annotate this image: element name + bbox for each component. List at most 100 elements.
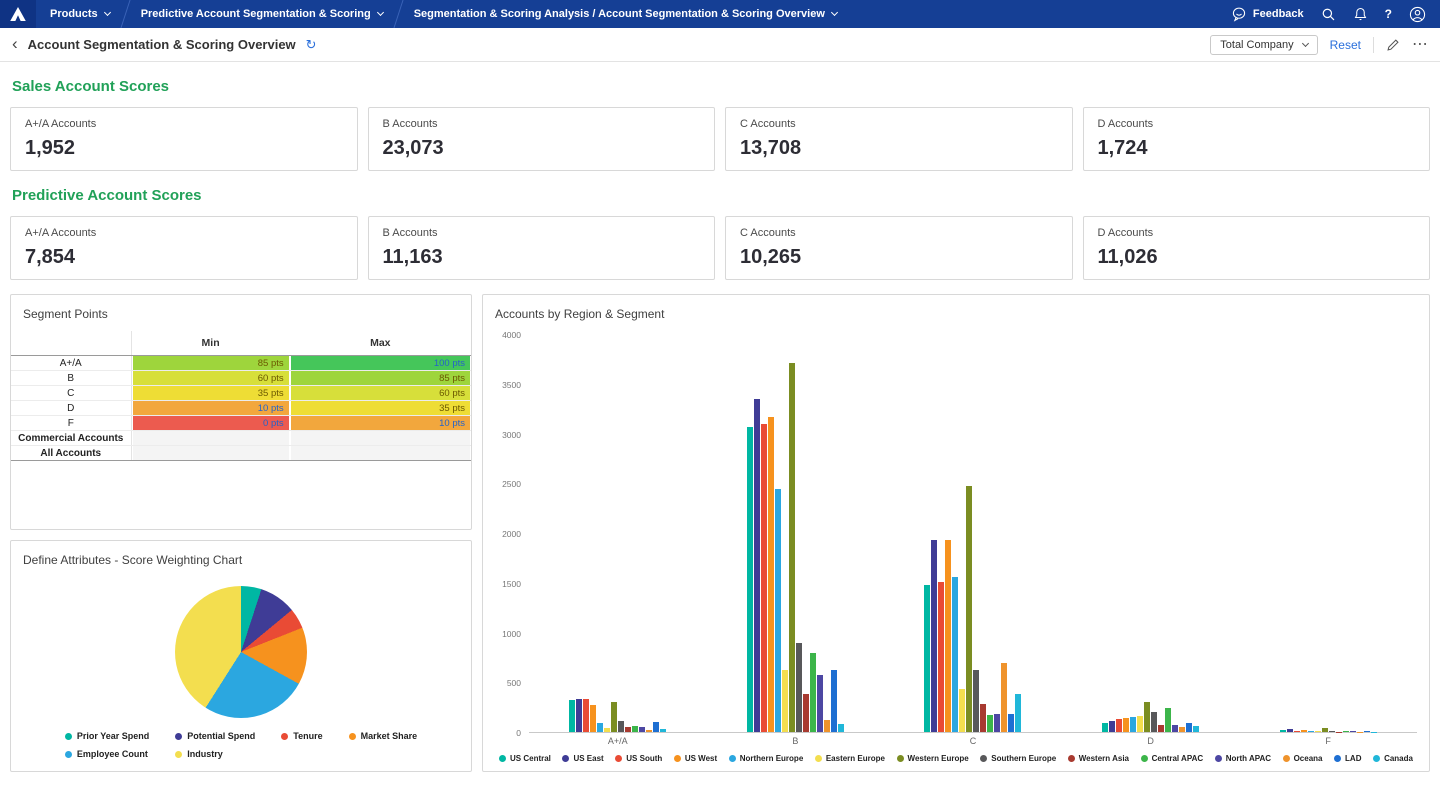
bar[interactable] (660, 729, 666, 732)
bar[interactable] (1364, 731, 1370, 732)
account-button[interactable] (1409, 6, 1426, 23)
bar[interactable] (1165, 708, 1171, 732)
legend-item[interactable]: Market Share (349, 731, 418, 741)
bar[interactable] (966, 486, 972, 732)
bar[interactable] (1322, 728, 1328, 732)
bar[interactable] (1102, 723, 1108, 732)
nav-app[interactable]: Predictive Account Segmentation & Scorin… (127, 0, 397, 28)
legend-item[interactable]: Employee Count (65, 749, 149, 759)
bar[interactable] (646, 730, 652, 732)
bar[interactable] (1179, 727, 1185, 732)
bar[interactable] (583, 699, 589, 732)
bar[interactable] (1116, 719, 1122, 732)
bar[interactable] (959, 689, 965, 732)
legend-item[interactable]: Industry (175, 749, 255, 759)
legend-item[interactable]: Tenure (281, 731, 322, 741)
bar[interactable] (931, 540, 937, 732)
legend-item[interactable]: Canada (1373, 754, 1413, 763)
bar[interactable] (768, 417, 774, 732)
legend-item[interactable]: Northern Europe (729, 754, 804, 763)
bar[interactable] (632, 726, 638, 732)
bar[interactable] (576, 699, 582, 732)
bar[interactable] (803, 694, 809, 732)
legend-item[interactable]: US Central (499, 754, 551, 763)
nav-page[interactable]: Segmentation & Scoring Analysis / Accoun… (400, 0, 851, 28)
bar[interactable] (1350, 731, 1356, 732)
bar[interactable] (1308, 731, 1314, 732)
bar[interactable] (1172, 725, 1178, 732)
reset-button[interactable]: Reset (1330, 38, 1361, 52)
bar[interactable] (597, 723, 603, 732)
bar[interactable] (775, 489, 781, 732)
more-options-button[interactable]: ⋯ (1412, 37, 1428, 53)
bar[interactable] (604, 728, 610, 732)
bar[interactable] (1343, 731, 1349, 732)
bar[interactable] (824, 720, 830, 732)
bar[interactable] (1151, 712, 1157, 732)
bar[interactable] (924, 585, 930, 732)
bar[interactable] (831, 670, 837, 732)
bar[interactable] (1137, 716, 1143, 732)
legend-item[interactable]: Prior Year Spend (65, 731, 149, 741)
bar[interactable] (1001, 663, 1007, 732)
bar[interactable] (1294, 731, 1300, 732)
bar[interactable] (761, 424, 767, 732)
bar[interactable] (1144, 702, 1150, 732)
bar[interactable] (796, 643, 802, 732)
legend-item[interactable]: US East (562, 754, 603, 763)
help-button[interactable]: ? (1385, 7, 1392, 21)
bar[interactable] (653, 722, 659, 732)
anaplan-logo[interactable] (0, 0, 36, 28)
bar[interactable] (747, 427, 753, 732)
bar[interactable] (590, 705, 596, 732)
bar[interactable] (973, 670, 979, 732)
bar[interactable] (1158, 725, 1164, 732)
edit-button[interactable] (1386, 38, 1400, 52)
bar[interactable] (1287, 729, 1293, 732)
bar[interactable] (980, 704, 986, 732)
bar[interactable] (1193, 726, 1199, 732)
search-button[interactable] (1321, 7, 1336, 22)
feedback-button[interactable]: Feedback (1231, 6, 1304, 22)
legend-item[interactable]: Western Europe (897, 754, 969, 763)
bar[interactable] (611, 702, 617, 732)
legend-item[interactable]: Oceana (1283, 754, 1323, 763)
bar[interactable] (618, 721, 624, 732)
legend-item[interactable]: Potential Spend (175, 731, 255, 741)
bar[interactable] (1301, 730, 1307, 732)
bar[interactable] (952, 577, 958, 732)
bar[interactable] (817, 675, 823, 732)
pie-chart[interactable] (175, 586, 307, 718)
bar[interactable] (754, 399, 760, 732)
bar[interactable] (810, 653, 816, 732)
legend-item[interactable]: US South (615, 754, 662, 763)
bar[interactable] (945, 540, 951, 732)
bar[interactable] (1315, 731, 1321, 732)
bar[interactable] (789, 363, 795, 732)
bar[interactable] (639, 727, 645, 732)
legend-item[interactable]: North APAC (1215, 754, 1271, 763)
bar[interactable] (1109, 721, 1115, 732)
bar[interactable] (1280, 730, 1286, 732)
legend-item[interactable]: Central APAC (1141, 754, 1204, 763)
legend-item[interactable]: Eastern Europe (815, 754, 885, 763)
bar[interactable] (1015, 694, 1021, 732)
back-button[interactable]: ‹ (12, 35, 18, 52)
bar[interactable] (569, 700, 575, 732)
bar[interactable] (1008, 714, 1014, 732)
bar[interactable] (994, 714, 1000, 732)
bar[interactable] (1329, 731, 1335, 732)
bar[interactable] (838, 724, 844, 732)
bar[interactable] (938, 582, 944, 732)
bar[interactable] (987, 715, 993, 732)
bar[interactable] (1186, 723, 1192, 732)
bar[interactable] (1130, 717, 1136, 732)
legend-item[interactable]: Western Asia (1068, 754, 1129, 763)
bar[interactable] (1123, 718, 1129, 732)
bar[interactable] (782, 670, 788, 732)
nav-products[interactable]: Products (36, 0, 124, 28)
legend-item[interactable]: US West (674, 754, 717, 763)
bar[interactable] (625, 727, 631, 732)
refresh-icon[interactable]: ↻ (306, 37, 317, 53)
context-selector[interactable]: Total Company (1210, 35, 1317, 55)
